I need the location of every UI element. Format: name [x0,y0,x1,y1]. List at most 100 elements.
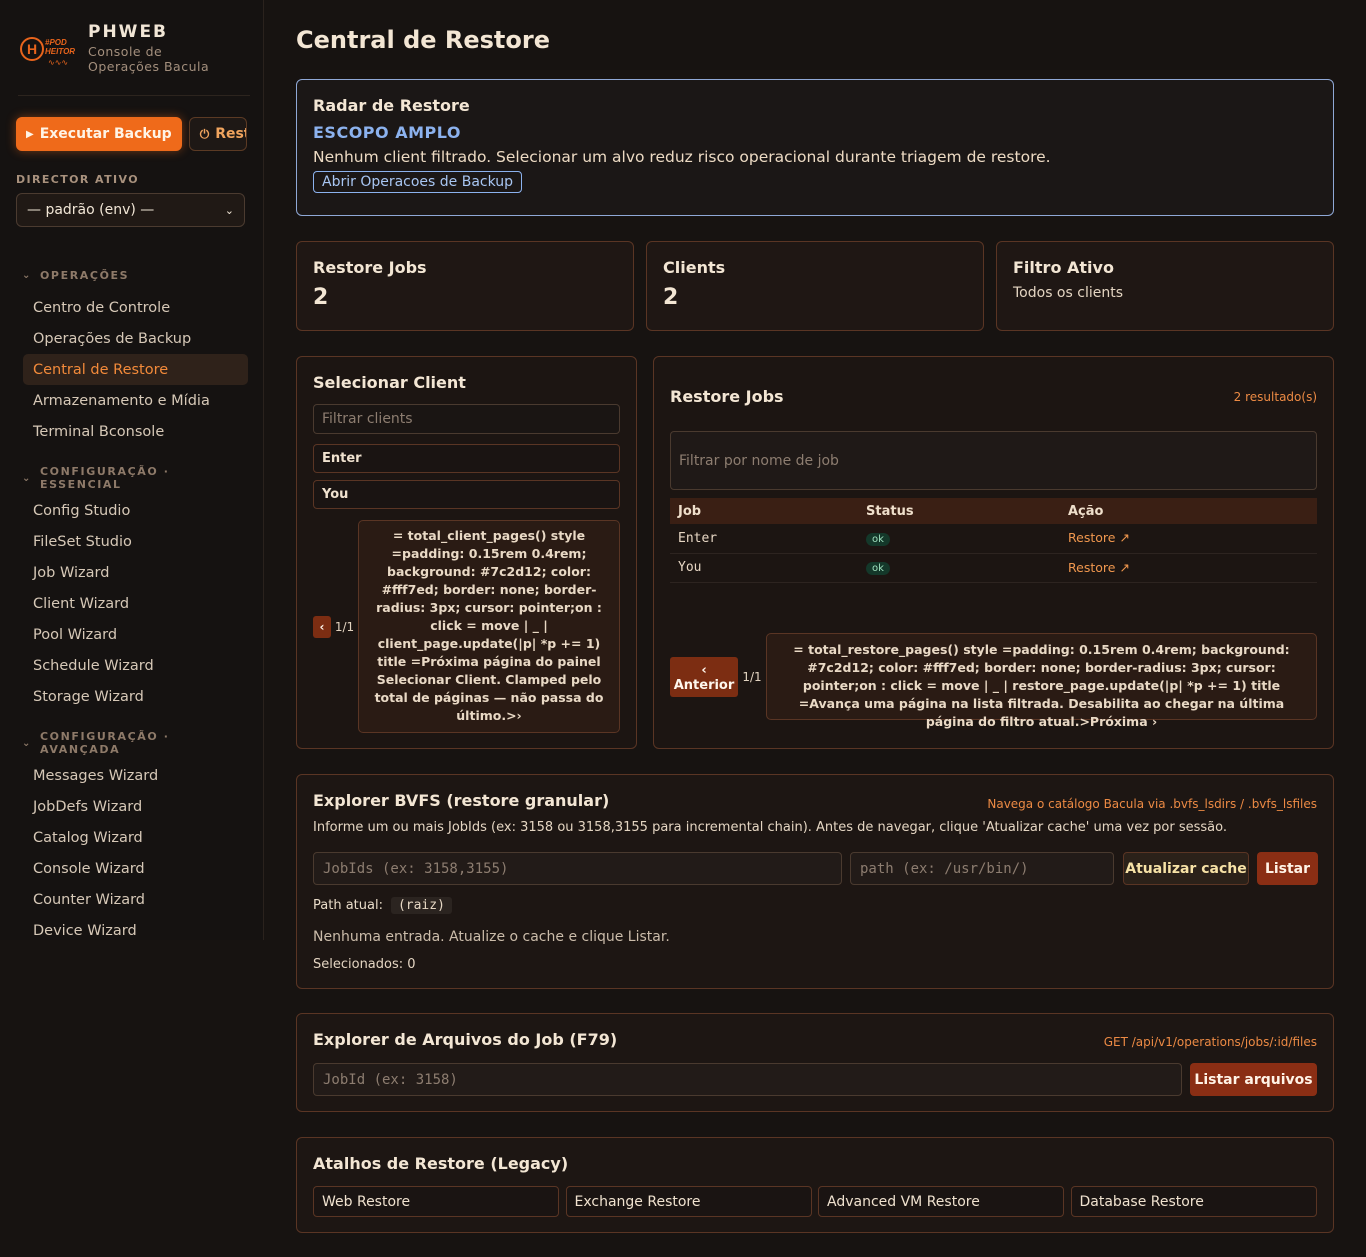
table-row: Enter ok Restore ↗ [670,524,1317,554]
legacy-shortcut-advanced-vm-restore[interactable]: Advanced VM Restore [818,1186,1064,1217]
director-select[interactable]: — padrão (env) — ⌄ [16,193,245,227]
brand-logo: H #POD HEITOR ∿∿∿ [18,26,76,70]
chevron-down-icon: ⌄ [22,472,32,484]
panel-title: Selecionar Client [313,373,466,392]
bvfs-hint: Navega o catálogo Bacula via .bvfs_lsdir… [987,797,1317,811]
bvfs-explorer: Explorer BVFS (restore granular) Navega … [296,774,1334,989]
logo-tag: #POD HEITOR [45,37,76,56]
client-page-count: 1/1 [334,619,355,634]
stat-label: Filtro Ativo [1013,258,1114,277]
jobs-next-button[interactable]: = total_restore_pages() style =padding: … [766,633,1317,729]
restore-link[interactable]: Restore ↗ [1068,560,1130,575]
path-value: (raiz) [390,897,452,914]
nav-section: ⌄ OPERAÇÕES Centro de Controle Operações de… [16,265,248,447]
stat-label: Restore Jobs [313,258,427,277]
sidebar-item-central-de-restore[interactable]: Central de Restore [23,354,248,385]
sidebar-item-device-wizard[interactable]: Device Wizard [16,915,241,946]
select-client-panel: Selecionar Client Filtrar clients Enter Y… [296,356,637,749]
radar-title: Radar de Restore [313,96,470,115]
job-filter-input[interactable]: Filtrar por nome de job [670,431,1317,490]
f79-hint: GET /api/v1/operations/jobs/:id/files [1103,1035,1317,1049]
restore-button[interactable]: ⏻ Restaurar [188,117,247,151]
jobs-prev-button[interactable]: ‹ Anterior [670,656,738,697]
sidebar-item-centro-de-controle[interactable]: Centro de Controle [16,292,241,323]
sidebar-item-job-wizard[interactable]: Job Wizard [16,557,241,588]
stat-value: 2 [313,285,329,310]
nav-section-label: OPERAÇÕES [39,268,130,282]
col-action: Ação [1068,503,1104,519]
sidebar-item-console-wizard[interactable]: Console Wizard [16,853,241,884]
panel-title: Restore Jobs [670,387,784,406]
sidebar-item-catalog-wizard[interactable]: Catalog Wizard [16,822,241,853]
sidebar-item-storage-wizard[interactable]: Storage Wizard [16,681,241,712]
jobid-input[interactable]: JobId (ex: 3158) [313,1063,1182,1096]
open-backup-ops-button[interactable]: Abrir Operacoes de Backup [313,171,523,193]
legacy-shortcut-web-restore[interactable]: Web Restore [313,1186,559,1217]
nav-section-label: CONFIGURAÇÃO · ESSENCIAL [39,465,170,491]
path-label: Path atual: [313,898,383,913]
legacy-shortcut-database-restore[interactable]: Database Restore [1070,1186,1317,1217]
list-button[interactable]: Listar [1257,852,1318,885]
path-input[interactable]: path (ex: /usr/bin/) [850,852,1114,885]
stat-value: 2 [663,285,679,310]
table-row: You ok Restore ↗ [670,553,1317,583]
sidebar-item-config-studio[interactable]: Config Studio [16,495,241,526]
chevron-down-icon: ⌄ [22,737,32,749]
job-action: Restore ↗ [1060,524,1317,554]
client-pagination: ‹ 1/1 = total_client_pages() style =padd… [313,520,620,733]
sidebar-item-opera-es-de-backup[interactable]: Operações de Backup [16,323,241,354]
job-action: Restore ↗ [1060,553,1317,583]
sidebar-item-pool-wizard[interactable]: Pool Wizard [16,619,241,650]
client-next-button[interactable]: = total_client_pages() style =padding: 0… [358,520,620,733]
nav-section-title[interactable]: ⌄ CONFIGURAÇÃO · ESSENCIAL [22,465,247,491]
job-status: ok [858,553,1060,583]
jobs-pagination: ‹ Anterior 1/1 = total_restore_pages() s… [670,633,1317,729]
restore-link[interactable]: Restore ↗ [1068,530,1130,545]
sidebar-item-jobdefs-wizard[interactable]: JobDefs Wizard [16,791,241,822]
selected-count: Selecionados: 0 [313,957,416,972]
sidebar-item-client-wizard[interactable]: Client Wizard [16,588,241,619]
status-badge: ok [866,562,890,575]
current-path: Path atual: (raiz) [313,897,452,914]
client-item[interactable]: Enter [313,444,620,473]
brand-subtitle: Console de Operações Bacula [88,43,210,74]
sidebar-item-terminal-bconsole[interactable]: Terminal Bconsole [16,416,241,447]
play-icon: ▶ [26,128,34,140]
sidebar-item-schedule-wizard[interactable]: Schedule Wizard [16,650,241,681]
job-name: Enter [670,524,858,554]
client-list: Enter You [313,444,620,509]
client-filter-input[interactable]: Filtrar clients [313,404,620,434]
sidebar-item-messages-wizard[interactable]: Messages Wizard [16,760,241,791]
nav-section-title[interactable]: ⌄ CONFIGURAÇÃO · AVANÇADA [22,730,247,756]
list-files-button[interactable]: Listar arquivos [1190,1063,1317,1096]
stat-value: Todos os clients [1013,285,1123,301]
nav-section-label: CONFIGURAÇÃO · AVANÇADA [39,730,170,756]
restore-radar: Radar de Restore ESCOPO AMPLO Nenhum cli… [296,79,1334,216]
radar-message: Nenhum client filtrado. Selecionar um al… [313,148,1051,166]
nav-section-title[interactable]: ⌄ OPERAÇÕES [22,265,247,285]
jobids-input[interactable]: JobIds (ex: 3158,3155) [313,852,842,885]
page-title: Central de Restore [296,26,550,54]
job-status: ok [858,524,1060,554]
brand: H #POD HEITOR ∿∿∿ PHWEB Console de Opera… [18,0,250,96]
sidebar-actions: ▶ Executar Backup ⏻ Restaurar [16,117,247,151]
stat-active-filter: Filtro Ativo Todos os clients [996,241,1334,331]
power-icon: ⏻ [199,126,210,141]
sidebar-item-fileset-studio[interactable]: FileSet Studio [16,526,241,557]
client-prev-button[interactable]: ‹ [313,615,331,638]
stat-restore-jobs: Restore Jobs 2 [296,241,634,331]
client-item[interactable]: You [313,480,620,509]
table-header: Job Status Ação [670,498,1317,524]
result-count: 2 resultado(s) [1233,390,1317,404]
sidebar-item-armazenamento-e-m-dia[interactable]: Armazenamento e Mídia [16,385,241,416]
radar-scope: ESCOPO AMPLO [313,123,461,142]
nav-section: ⌄ CONFIGURAÇÃO · AVANÇADA Messages Wizard J… [16,730,247,946]
legacy-shortcut-exchange-restore[interactable]: Exchange Restore [565,1186,812,1217]
execute-backup-button[interactable]: ▶ Executar Backup [16,117,182,151]
chevron-down-icon: ⌄ [224,203,234,217]
status-badge: ok [866,532,890,546]
waveform-icon: ∿∿∿ [48,57,69,67]
sidebar-item-counter-wizard[interactable]: Counter Wizard [16,884,241,915]
col-status: Status [866,503,914,519]
update-cache-button[interactable]: Atualizar cache [1123,852,1249,885]
